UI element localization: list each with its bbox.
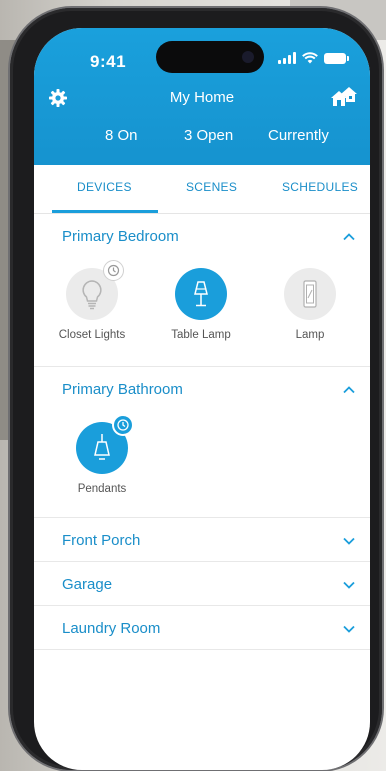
room-header-front-porch[interactable]: Front Porch — [34, 519, 370, 563]
device-label: Closet Lights — [58, 329, 126, 341]
chevron-down-icon[interactable] — [342, 534, 356, 548]
switch-icon — [303, 280, 317, 308]
device-label: Lamp — [295, 329, 325, 341]
signal-icon — [278, 52, 296, 64]
camera-icon — [242, 51, 254, 63]
room-name: Front Porch — [62, 532, 141, 549]
status-time: 9:41 — [90, 52, 127, 71]
app-header: 9:41 My Home 8 On 3 Open Currently — [34, 28, 370, 165]
page-title: My Home — [169, 89, 235, 106]
device-toggle[interactable] — [284, 268, 336, 320]
tab-schedules[interactable]: SCHEDULES — [282, 180, 358, 194]
wifi-icon — [302, 52, 318, 64]
device-lamp[interactable]: Lamp — [265, 268, 355, 341]
status-icons — [278, 50, 349, 66]
timer-badge — [103, 260, 124, 281]
room-header-primary-bathroom[interactable]: Primary Bathroom — [34, 368, 370, 412]
device-pendants[interactable]: Pendants — [57, 414, 147, 495]
summary-currently[interactable]: Currently — [268, 127, 329, 144]
section-divider — [34, 605, 370, 606]
active-tab-indicator — [52, 210, 158, 213]
phone-frame: 9:41 My Home 8 On 3 Open Currently DEVIC… — [10, 8, 382, 770]
section-divider — [34, 649, 370, 650]
device-label: Table Lamp — [171, 329, 231, 341]
homes-icon[interactable] — [330, 86, 358, 108]
chevron-down-icon[interactable] — [342, 578, 356, 592]
tab-bar: DEVICES SCENES SCHEDULES — [34, 165, 370, 214]
section-divider — [34, 366, 370, 367]
app-screen: 9:41 My Home 8 On 3 Open Currently DEVIC… — [34, 28, 370, 770]
room-header-garage[interactable]: Garage — [34, 563, 370, 607]
table-lamp-icon — [194, 281, 208, 307]
chevron-up-icon[interactable] — [342, 383, 356, 397]
section-divider — [34, 517, 370, 518]
tab-devices[interactable]: DEVICES — [77, 180, 132, 194]
clock-icon — [117, 419, 129, 431]
room-name: Garage — [62, 576, 113, 593]
device-toggle[interactable] — [66, 260, 124, 320]
section-divider — [34, 561, 370, 562]
device-toggle[interactable] — [175, 268, 227, 320]
room-name: Primary Bathroom — [62, 381, 183, 398]
room-header-laundry-room[interactable]: Laundry Room — [34, 607, 370, 651]
summary-on-count[interactable]: 8 On — [105, 127, 138, 144]
device-closet-lights[interactable]: Closet Lights — [47, 260, 137, 341]
dynamic-island — [156, 41, 264, 73]
device-toggle[interactable] — [76, 414, 134, 474]
device-label: Pendants — [77, 483, 127, 495]
battery-icon — [324, 52, 349, 64]
chevron-up-icon[interactable] — [342, 230, 356, 244]
timer-badge — [112, 414, 134, 436]
tab-scenes[interactable]: SCENES — [186, 180, 237, 194]
device-table-lamp[interactable]: Table Lamp — [156, 268, 246, 341]
room-name: Primary Bedroom — [62, 228, 179, 245]
clock-icon — [107, 264, 120, 277]
room-header-primary-bedroom[interactable]: Primary Bedroom — [34, 215, 370, 259]
chevron-down-icon[interactable] — [342, 622, 356, 636]
summary-open-count[interactable]: 3 Open — [184, 127, 233, 144]
room-name: Laundry Room — [62, 620, 161, 637]
